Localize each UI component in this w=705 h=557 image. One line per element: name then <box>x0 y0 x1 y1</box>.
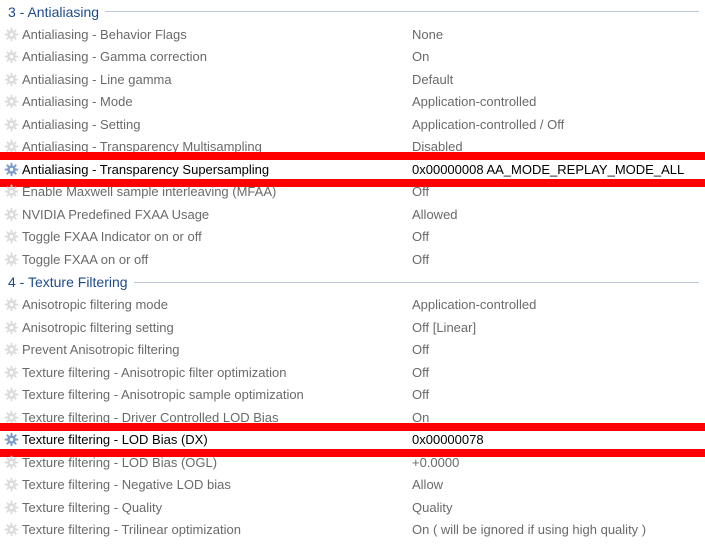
setting-row[interactable]: Antialiasing - Setting Application-contro… <box>0 113 705 136</box>
setting-value[interactable]: Application-controlled <box>412 297 536 312</box>
setting-row[interactable]: NVIDIA Predefined FXAA Usage Allowed <box>0 203 705 226</box>
setting-row[interactable]: Anisotropic filtering mode Application-co… <box>0 294 705 317</box>
section-divider <box>133 281 699 283</box>
setting-name: Antialiasing - Setting <box>22 116 141 132</box>
setting-row[interactable]: Texture filtering - Anisotropic sample o… <box>0 384 705 407</box>
gear-icon <box>3 251 19 267</box>
setting-name: Toggle FXAA Indicator on or off <box>22 229 202 245</box>
section-header[interactable]: 3 - Antialiasing <box>0 0 705 23</box>
setting-name: Anisotropic filtering mode <box>22 297 168 313</box>
setting-row[interactable]: Texture filtering - Anisotropic filter o… <box>0 361 705 384</box>
setting-name: NVIDIA Predefined FXAA Usage <box>22 206 210 222</box>
section-divider <box>105 11 699 12</box>
gear-icon <box>3 116 19 132</box>
setting-row-highlighted[interactable]: Texture filtering - LOD Bias (DX) 0x00000… <box>0 422 705 457</box>
gear-icon <box>3 49 19 65</box>
setting-row[interactable]: Texture filtering - Trilinear optimizati… <box>0 519 705 542</box>
setting-name: Antialiasing - Behavior Flags <box>22 26 187 42</box>
highlight-bar-top <box>0 152 705 160</box>
setting-row[interactable]: Prevent Anisotropic filtering Off <box>0 339 705 362</box>
gear-icon <box>3 342 19 358</box>
section-header[interactable]: 4 - Texture Filtering <box>0 271 705 294</box>
setting-name: Texture filtering - Negative LOD bias <box>22 477 231 493</box>
setting-row[interactable]: Toggle FXAA Indicator on or off Off <box>0 226 705 249</box>
gear-icon <box>3 522 19 538</box>
setting-name: Texture filtering - Trilinear optimizati… <box>22 522 241 538</box>
highlight-bar-top <box>0 422 705 431</box>
setting-name: Texture filtering - LOD Bias (DX) <box>22 432 208 448</box>
gear-icon <box>3 229 19 245</box>
setting-value[interactable]: Off <box>412 387 429 402</box>
setting-row[interactable]: Texture filtering - LOD Bias (OGL) +0.000… <box>0 451 705 474</box>
setting-value[interactable]: Application-controlled <box>412 94 536 109</box>
setting-name: Antialiasing - Transparency Supersamplin… <box>22 161 270 177</box>
setting-value[interactable]: Application-controlled / Off <box>412 117 564 132</box>
setting-value[interactable]: 0x00000078 <box>412 432 484 447</box>
setting-value[interactable]: Allow <box>412 477 443 492</box>
setting-value[interactable]: Allowed <box>412 207 458 222</box>
section-title: 3 - Antialiasing <box>8 3 100 20</box>
setting-name: Texture filtering - Anisotropic filter o… <box>22 364 287 380</box>
setting-row[interactable]: Antialiasing - Mode Application-controlle… <box>0 91 705 114</box>
setting-value[interactable]: Off <box>412 229 429 244</box>
setting-value[interactable]: Off <box>412 365 429 380</box>
setting-name: Anisotropic filtering setting <box>22 319 174 335</box>
setting-name: Antialiasing - Line gamma <box>22 71 172 87</box>
gear-icon <box>3 26 19 42</box>
gear-icon <box>3 319 19 335</box>
gear-icon <box>3 71 19 87</box>
gear-icon <box>3 297 19 313</box>
setting-name: Enable Maxwell sample interleaving (MFAA… <box>22 184 277 200</box>
gear-icon <box>3 94 19 110</box>
gear-icon <box>3 387 19 403</box>
setting-name: Toggle FXAA on or off <box>22 251 149 267</box>
setting-value[interactable]: Default <box>412 72 453 87</box>
settings-list: 3 - Antialiasing Antialiasing - Behavior… <box>0 0 705 541</box>
setting-value[interactable]: Off <box>412 252 429 267</box>
setting-value[interactable]: On <box>412 49 429 64</box>
setting-value[interactable]: Off <box>412 342 429 357</box>
gear-icon <box>3 364 19 380</box>
setting-name: Texture filtering - Quality <box>22 499 163 515</box>
gear-icon <box>3 477 19 493</box>
setting-row[interactable]: Antialiasing - Behavior Flags None <box>0 23 705 46</box>
gear-icon <box>3 184 19 200</box>
setting-row[interactable]: Antialiasing - Gamma correction On <box>0 46 705 69</box>
gear-icon <box>3 454 19 470</box>
setting-row[interactable]: Anisotropic filtering setting Off [Linear… <box>0 316 705 339</box>
setting-name: Antialiasing - Mode <box>22 94 133 110</box>
setting-name: Prevent Anisotropic filtering <box>22 342 180 358</box>
setting-row[interactable]: Texture filtering - Quality Quality <box>0 496 705 519</box>
setting-row[interactable]: Toggle FXAA on or off Off <box>0 248 705 271</box>
setting-value[interactable]: Quality <box>412 500 452 515</box>
gear-icon <box>3 206 19 222</box>
setting-value[interactable]: Off [Linear] <box>412 320 476 335</box>
section-title: 4 - Texture Filtering <box>8 274 128 290</box>
setting-value[interactable]: Off <box>412 184 429 199</box>
gear-icon <box>3 499 19 515</box>
setting-row[interactable]: Enable Maxwell sample interleaving (MFAA… <box>0 181 705 204</box>
setting-value[interactable]: On ( will be ignored if using high quali… <box>412 522 646 537</box>
setting-value[interactable]: +0.0000 <box>412 455 459 470</box>
setting-row[interactable]: Texture filtering - Negative LOD bias All… <box>0 474 705 497</box>
gear-icon <box>3 432 19 448</box>
setting-name: Antialiasing - Gamma correction <box>22 49 207 65</box>
setting-row[interactable]: Antialiasing - Line gamma Default <box>0 68 705 91</box>
setting-name: Texture filtering - Anisotropic sample o… <box>22 387 304 403</box>
gear-icon <box>3 161 19 177</box>
setting-value[interactable]: 0x00000008 AA_MODE_REPLAY_MODE_ALL <box>412 162 684 177</box>
setting-value[interactable]: None <box>412 27 443 42</box>
setting-name: Texture filtering - LOD Bias (OGL) <box>22 454 218 470</box>
setting-row-highlighted[interactable]: Antialiasing - Transparency Supersamplin… <box>0 152 705 187</box>
